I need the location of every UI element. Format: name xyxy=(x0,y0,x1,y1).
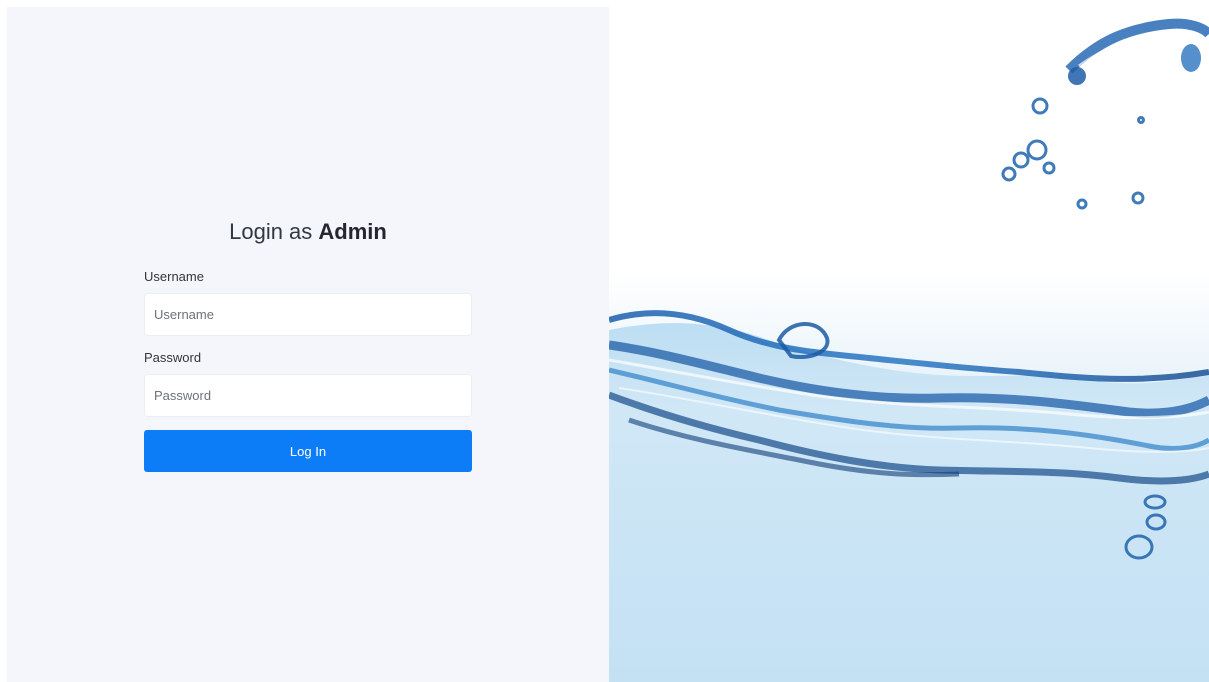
login-form: Login as Admin Username Password Log In xyxy=(144,217,472,472)
title-prefix: Login as xyxy=(229,219,313,244)
password-input[interactable] xyxy=(144,374,472,417)
password-label: Password xyxy=(144,350,202,365)
water-splash-graphic xyxy=(609,18,1209,682)
water-splash-image xyxy=(609,0,1209,682)
login-panel: Login as Admin Username Password Log In xyxy=(7,7,609,682)
page-title: Login as Admin xyxy=(144,217,472,247)
login-button[interactable]: Log In xyxy=(144,430,472,472)
title-emphasis: Admin xyxy=(318,219,387,244)
username-label: Username xyxy=(144,269,204,284)
username-input[interactable] xyxy=(144,293,472,336)
page: Login as Admin Username Password Log In xyxy=(0,0,1209,682)
